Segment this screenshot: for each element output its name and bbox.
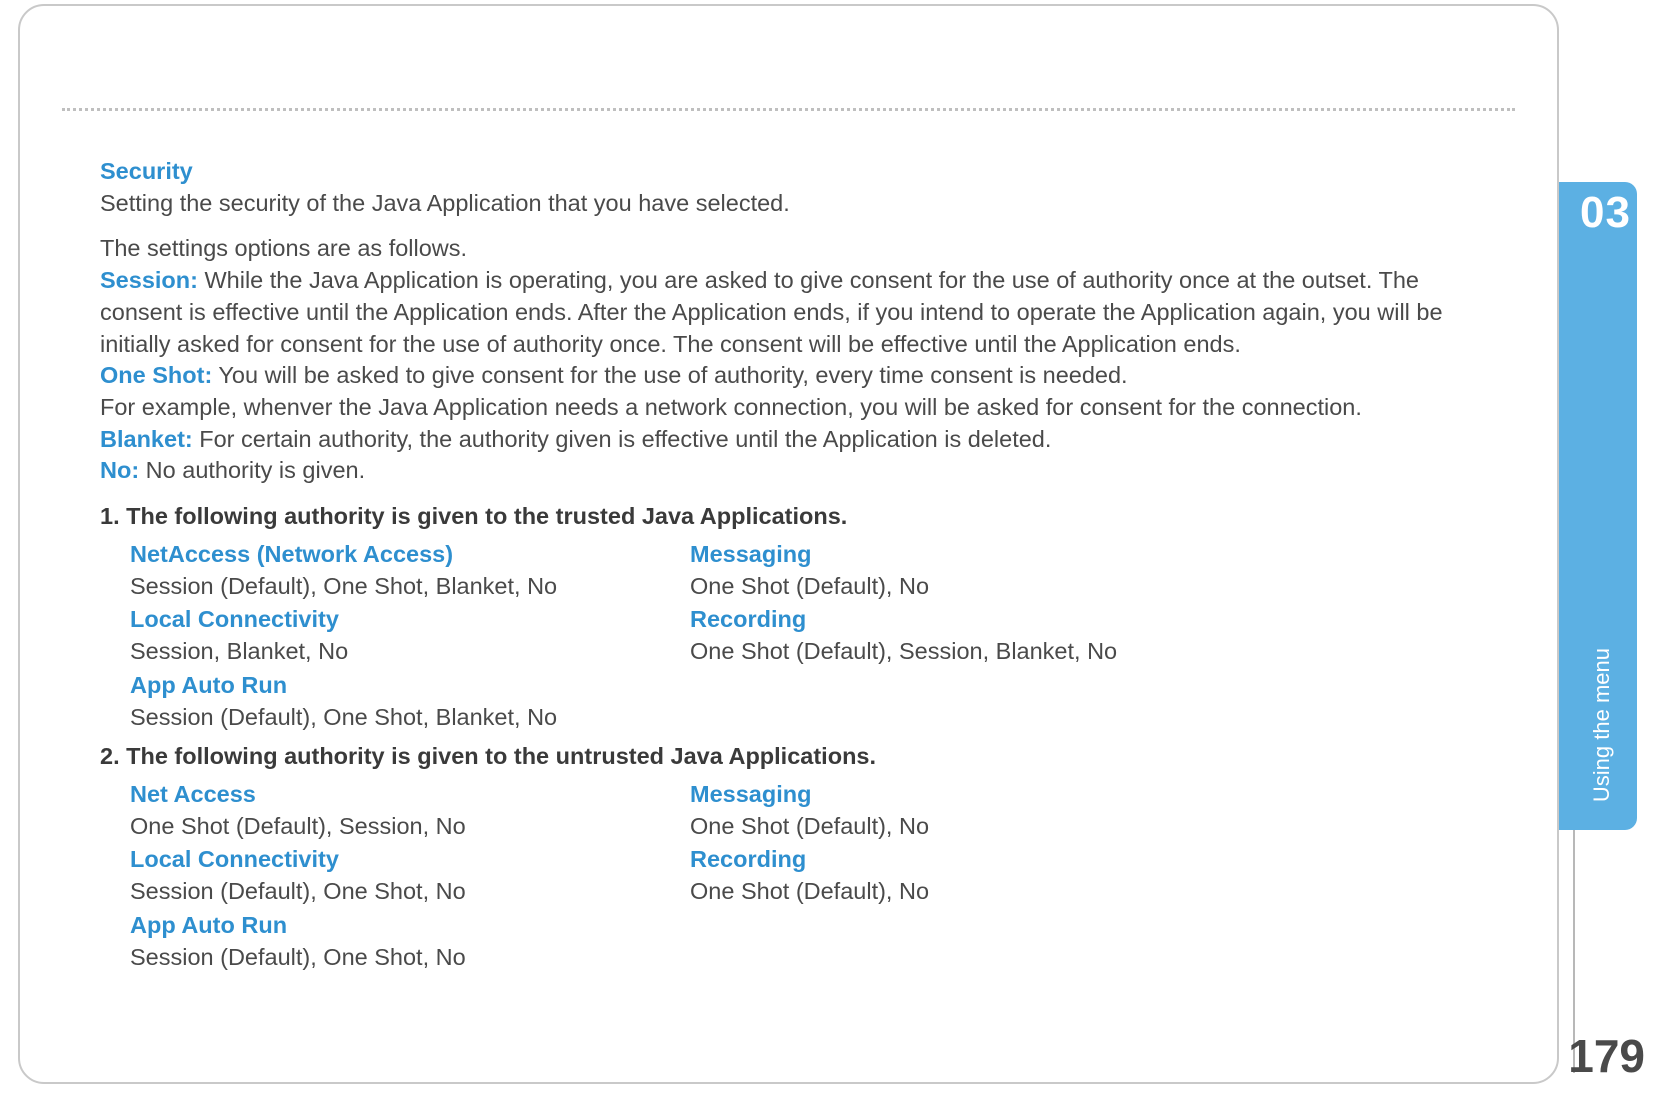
t2-netaccess-value: One Shot (Default), Session, No — [130, 811, 690, 843]
chapter-label: Using the menu — [1589, 648, 1615, 802]
t1-auto-title: App Auto Run — [130, 670, 690, 702]
chapter-tab: 03 Using the menu — [1559, 182, 1637, 830]
t1-rec-title: Recording — [690, 604, 1497, 636]
t1-local-value: Session, Blanket, No — [130, 636, 690, 668]
t2-auto-title: App Auto Run — [130, 910, 690, 942]
oneshot-line: One Shot: You will be asked to give cons… — [100, 360, 1497, 392]
untrusted-columns: Net Access One Shot (Default), Session, … — [130, 779, 1497, 975]
trusted-col-2: Messaging One Shot (Default), No Recordi… — [690, 539, 1497, 735]
manual-page: Security Setting the security of the Jav… — [0, 0, 1667, 1095]
body-content: Security Setting the security of the Jav… — [100, 156, 1497, 979]
oneshot-label: One Shot: — [100, 362, 212, 388]
t1-local-title: Local Connectivity — [130, 604, 690, 636]
security-heading: Security — [100, 156, 1497, 188]
dotted-divider — [62, 108, 1515, 111]
trusted-heading: 1. The following authority is given to t… — [100, 501, 1497, 533]
trusted-col-1: NetAccess (Network Access) Session (Defa… — [130, 539, 690, 735]
t2-msg-title: Messaging — [690, 779, 1497, 811]
page-number: 179 — [1568, 1029, 1645, 1083]
blanket-text: For certain authority, the authority giv… — [193, 426, 1052, 452]
options-intro: The settings options are as follows. — [100, 233, 1497, 265]
chapter-number: 03 — [1580, 188, 1631, 238]
session-line: Session: While the Java Application is o… — [100, 265, 1497, 360]
blanket-label: Blanket: — [100, 426, 193, 452]
untrusted-col-2: Messaging One Shot (Default), No Recordi… — [690, 779, 1497, 975]
t1-auto-value: Session (Default), One Shot, Blanket, No — [130, 702, 690, 734]
trusted-columns: NetAccess (Network Access) Session (Defa… — [130, 539, 1497, 735]
t1-netaccess-title: NetAccess (Network Access) — [130, 539, 690, 571]
oneshot-example: For example, whenver the Java Applicatio… — [100, 392, 1497, 424]
no-line: No: No authority is given. — [100, 455, 1497, 487]
t2-local-title: Local Connectivity — [130, 844, 690, 876]
no-text: No authority is given. — [139, 457, 365, 483]
untrusted-col-1: Net Access One Shot (Default), Session, … — [130, 779, 690, 975]
untrusted-heading: 2. The following authority is given to t… — [100, 741, 1497, 773]
t1-msg-title: Messaging — [690, 539, 1497, 571]
security-desc: Setting the security of the Java Applica… — [100, 188, 1497, 220]
options-block: The settings options are as follows. Ses… — [100, 233, 1497, 487]
t2-rec-value: One Shot (Default), No — [690, 876, 1497, 908]
t2-rec-title: Recording — [690, 844, 1497, 876]
session-text: While the Java Application is operating,… — [100, 267, 1443, 356]
blanket-line: Blanket: For certain authority, the auth… — [100, 424, 1497, 456]
no-label: No: — [100, 457, 139, 483]
t2-auto-value: Session (Default), One Shot, No — [130, 942, 690, 974]
content-frame: Security Setting the security of the Jav… — [18, 4, 1559, 1084]
t2-msg-value: One Shot (Default), No — [690, 811, 1497, 843]
t1-netaccess-value: Session (Default), One Shot, Blanket, No — [130, 571, 690, 603]
t2-netaccess-title: Net Access — [130, 779, 690, 811]
session-label: Session: — [100, 267, 198, 293]
t1-rec-value: One Shot (Default), Session, Blanket, No — [690, 636, 1497, 668]
oneshot-text: You will be asked to give consent for th… — [212, 362, 1127, 388]
t2-local-value: Session (Default), One Shot, No — [130, 876, 690, 908]
security-block: Security Setting the security of the Jav… — [100, 156, 1497, 219]
t1-msg-value: One Shot (Default), No — [690, 571, 1497, 603]
